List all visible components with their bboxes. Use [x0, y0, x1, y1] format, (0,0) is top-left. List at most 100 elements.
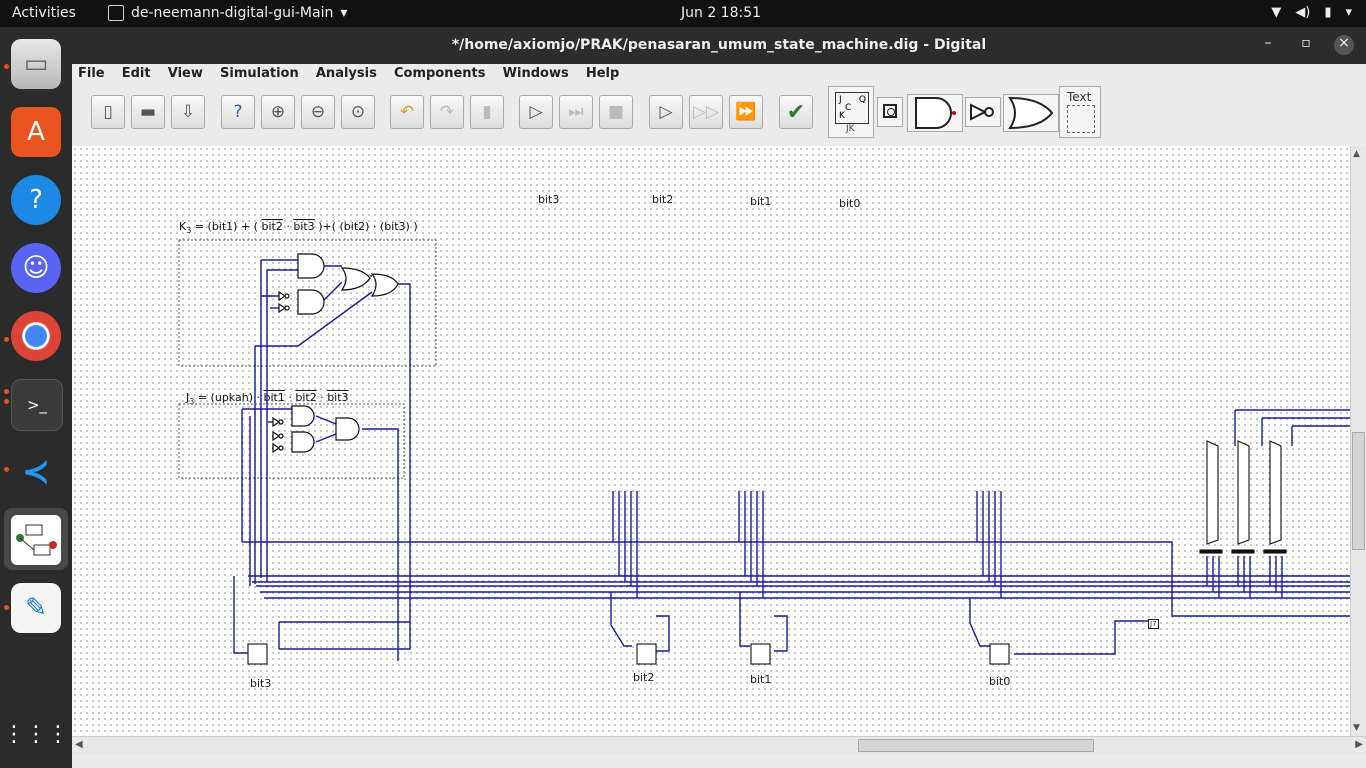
run-icon[interactable]: ▷ [519, 95, 553, 129]
menu-simulation[interactable]: Simulation [220, 64, 299, 81]
or-gate[interactable] [370, 273, 399, 297]
system-tray[interactable]: ▼ ◀) ▮ ▾ [1271, 5, 1352, 20]
running-indicator [4, 337, 9, 342]
text-editor-icon[interactable]: ✎ [11, 583, 61, 633]
menu-bar: File Edit View Simulation Analysis Compo… [72, 64, 1366, 84]
clock[interactable]: Jun 2 18:51 [681, 5, 761, 21]
jk-flipflop-bit3[interactable] [247, 643, 268, 665]
vertical-scroll-thumb[interactable] [1352, 432, 1365, 550]
jk-k-pin: K [839, 111, 845, 121]
open-folder-icon[interactable]: ▬ [131, 95, 165, 129]
chevron-down-icon[interactable]: ▼ [1353, 723, 1360, 733]
multiplexer[interactable] [1237, 440, 1250, 545]
or-gate[interactable] [340, 267, 371, 291]
horizontal-scroll-thumb[interactable] [858, 739, 1094, 752]
vertical-scrollbar[interactable]: ▲ ▼ [1350, 146, 1366, 736]
jk-j-pin: J [839, 95, 842, 105]
not-gate-component[interactable] [965, 97, 1001, 127]
not-gate-icon [970, 103, 994, 121]
circuit-icon [16, 524, 57, 556]
step-icon[interactable]: ▷▷ [689, 95, 723, 129]
toolbar: ▯ ▬ ⇩ ? ⊕ ⊖ ⊙ ↶ ↷ ▮ ▷ ⏭ ■ ▷ ▷▷ ⏩ ✔ J C K… [72, 84, 1366, 147]
redo-icon[interactable]: ↷ [430, 95, 464, 129]
circuit-diagram [178, 239, 1350, 665]
text-component[interactable]: Text [1059, 86, 1101, 138]
app-store-icon[interactable]: A [11, 107, 61, 157]
chevron-right-icon[interactable]: ▶ [1355, 739, 1363, 750]
step-run-icon[interactable]: ⏩ [729, 95, 763, 129]
files-icon[interactable]: ▭ [11, 39, 61, 89]
chrome-icon[interactable] [11, 311, 61, 361]
menu-help[interactable]: Help [586, 64, 619, 81]
menu-analysis[interactable]: Analysis [316, 64, 377, 81]
splitter [1199, 549, 1223, 554]
running-indicator [4, 605, 9, 610]
and-gate-icon [915, 97, 956, 129]
circuit-canvas[interactable]: bit3 bit2 bit1 bit0 K3 = (bit1) + ( bit2… [72, 146, 1350, 736]
app-grid-icon[interactable]: ⋮⋮⋮ [3, 709, 69, 759]
app-icon [108, 5, 124, 21]
not-gate[interactable] [272, 416, 281, 428]
vscode-icon[interactable]: ≺ [11, 447, 61, 497]
jk-c-pin: C [845, 103, 852, 113]
new-file-icon[interactable]: ▯ [91, 95, 125, 129]
and-gate[interactable] [291, 431, 315, 453]
wifi-icon: ▼ [1271, 5, 1282, 20]
zoom-in-icon[interactable]: ⊕ [261, 95, 295, 129]
activities-button[interactable]: Activities [12, 5, 76, 21]
not-gate[interactable] [278, 290, 287, 302]
menu-components[interactable]: Components [394, 64, 486, 81]
menu-windows[interactable]: Windows [503, 64, 569, 81]
jk-flipflop-component[interactable]: J C K Q JK [828, 86, 874, 138]
minimize-icon[interactable]: – [1258, 35, 1278, 55]
volume-icon: ◀) [1295, 5, 1311, 20]
delete-icon[interactable]: ▮ [470, 95, 504, 129]
multiplexer[interactable] [1206, 440, 1219, 545]
menu-edit[interactable]: Edit [122, 64, 151, 81]
maximize-icon[interactable]: ▫ [1296, 35, 1316, 55]
jk-flipflop-bit2[interactable] [636, 643, 657, 665]
zoom-out-icon[interactable]: ⊖ [301, 95, 335, 129]
not-gate[interactable] [272, 430, 281, 442]
and-gate[interactable] [297, 289, 325, 315]
multiplexer[interactable] [1269, 440, 1282, 545]
check-icon[interactable]: ✔ [779, 95, 813, 129]
help-icon[interactable]: ? [221, 95, 255, 129]
splitter [1263, 549, 1287, 554]
fast-forward-icon[interactable]: ⏭ [559, 95, 593, 129]
title-bar: */home/axiomjo/PRAK/penasaran_umum_state… [72, 27, 1366, 64]
undo-icon[interactable]: ↶ [390, 95, 424, 129]
jk-flipflop-bit0[interactable] [989, 643, 1010, 665]
status-area [72, 754, 1366, 768]
chevron-down-icon: ▾ [1345, 5, 1352, 20]
jk-label: JK [846, 124, 855, 134]
and-gate[interactable] [297, 253, 325, 279]
chevron-left-icon[interactable]: ◀ [75, 739, 83, 750]
clock-component[interactable] [877, 97, 903, 127]
not-gate[interactable] [272, 442, 281, 454]
text-component-label: Text [1067, 90, 1092, 104]
not-gate[interactable] [278, 302, 287, 314]
running-indicator [4, 64, 9, 69]
save-icon[interactable]: ⇩ [171, 95, 205, 129]
or-gate-component[interactable] [1003, 94, 1059, 132]
digital-app-icon[interactable] [11, 515, 61, 565]
battery-icon: ▮ [1324, 5, 1332, 20]
app-menu[interactable]: de-neemann-digital-gui-Main ▾ [108, 5, 347, 21]
chevron-up-icon[interactable]: ▲ [1353, 149, 1360, 159]
and-gate-component[interactable] [907, 94, 963, 132]
horizontal-scrollbar[interactable]: ◀ ▶ [72, 736, 1366, 755]
close-icon[interactable]: × [1334, 35, 1354, 55]
zoom-fit-icon[interactable]: ⊙ [341, 95, 375, 129]
help-icon[interactable]: ? [11, 175, 61, 225]
step-single-icon[interactable]: ▷ [649, 95, 683, 129]
jk-flipflop-bit1[interactable] [750, 643, 771, 665]
stop-icon[interactable]: ■ [599, 95, 633, 129]
and-gate[interactable] [335, 417, 360, 441]
menu-view[interactable]: View [168, 64, 203, 81]
terminal-icon[interactable]: >_ [11, 379, 63, 431]
discord-icon[interactable]: ☺ [11, 243, 61, 293]
and-gate[interactable] [291, 405, 315, 427]
menu-file[interactable]: File [78, 64, 105, 81]
running-indicator [4, 467, 9, 472]
